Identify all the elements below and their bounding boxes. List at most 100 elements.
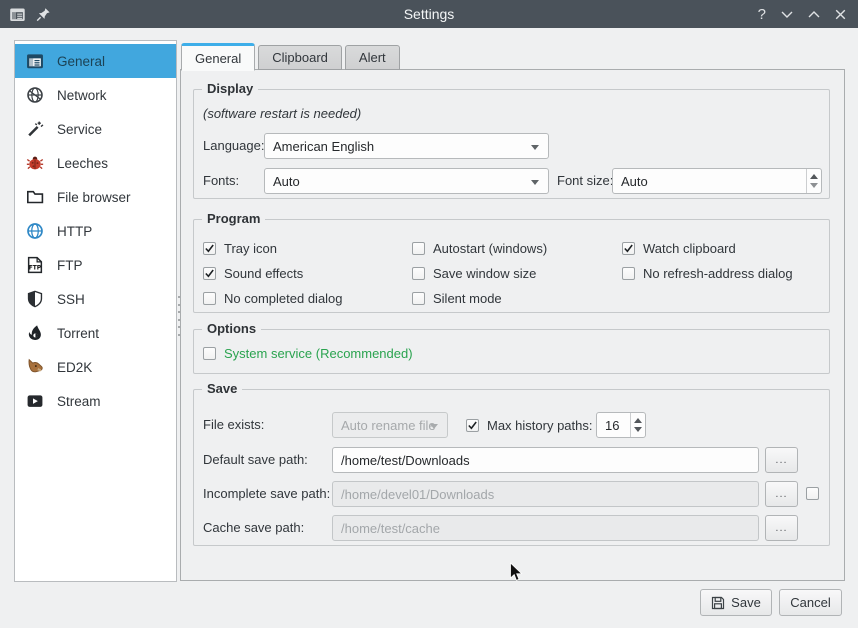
incomplete-save-path-checkbox[interactable] (806, 487, 819, 500)
sidebar-item-label: SSH (57, 292, 85, 307)
no-refresh-address-checkbox[interactable] (622, 267, 635, 280)
help-button[interactable]: ? (758, 7, 766, 22)
sidebar-item-service[interactable]: Service (15, 112, 176, 146)
no-completed-dialog-checkbox[interactable] (203, 292, 216, 305)
http-icon (26, 222, 44, 240)
sidebar-item-label: Torrent (57, 326, 99, 341)
network-icon (26, 86, 44, 104)
font-size-spinner[interactable]: Auto (612, 168, 822, 194)
sidebar-item-torrent[interactable]: Torrent (15, 316, 176, 350)
silent-mode-checkbox[interactable] (412, 292, 425, 305)
file-exists-select: Auto rename file (332, 412, 448, 438)
spin-up-icon (810, 174, 818, 179)
checkbox-label: Sound effects (224, 266, 303, 281)
close-button[interactable] (835, 9, 846, 20)
sidebar-item-label: HTTP (57, 224, 92, 239)
settings-window: Settings ? General Network (0, 0, 858, 628)
fonts-select[interactable]: Auto (264, 168, 549, 194)
minimize-button[interactable] (781, 10, 793, 19)
system-service-checkbox[interactable] (203, 347, 216, 360)
checkbox-row: No refresh-address dialog (622, 263, 793, 283)
incomplete-save-path-browse-button[interactable]: ... (765, 481, 798, 507)
group-title: Program (202, 211, 265, 226)
stream-icon (26, 392, 44, 410)
tab-general[interactable]: General (181, 43, 255, 71)
checkbox-row: No completed dialog (203, 288, 343, 308)
tab-clipboard[interactable]: Clipboard (258, 45, 342, 70)
sidebar: General Network Service Leeches File bro… (14, 40, 177, 582)
sidebar-item-label: ED2K (57, 360, 92, 375)
maximize-button[interactable] (808, 10, 820, 19)
checkbox-label: Watch clipboard (643, 241, 736, 256)
watch-clipboard-checkbox[interactable] (622, 242, 635, 255)
spinner-buttons[interactable] (806, 169, 821, 193)
window-title: Settings (0, 6, 858, 22)
sidebar-item-label: Stream (57, 394, 101, 409)
save-icon (711, 596, 725, 610)
save-group: Save File exists: Auto rename file Max h… (193, 389, 830, 546)
ftp-icon: FTP (26, 256, 44, 274)
cancel-button-label: Cancel (790, 595, 830, 610)
tab-alert[interactable]: Alert (345, 45, 400, 70)
sidebar-item-ftp[interactable]: FTP FTP (15, 248, 176, 282)
display-group: Display (software restart is needed) Lan… (193, 89, 830, 199)
cache-save-path-label: Cache save path: (203, 515, 304, 541)
checkbox-row: Sound effects (203, 263, 303, 283)
titlebar[interactable]: Settings ? (0, 0, 858, 28)
cancel-button[interactable]: Cancel (779, 589, 842, 616)
default-save-path-browse-button[interactable]: ... (765, 447, 798, 473)
spin-down-icon (810, 183, 818, 188)
checkbox-row: System service (Recommended) (203, 343, 413, 363)
sidebar-item-ed2k[interactable]: ED2K (15, 350, 176, 384)
max-history-checkbox[interactable] (466, 419, 479, 432)
path-value: /home/test/cache (341, 521, 440, 536)
max-history-label: Max history paths: (487, 418, 593, 433)
system-service-label: System service (Recommended) (224, 346, 413, 361)
font-size-label: Font size: (557, 168, 613, 194)
chevron-down-icon (531, 145, 539, 150)
spinner-buttons[interactable] (630, 413, 645, 437)
cache-save-path-browse-button[interactable]: ... (765, 515, 798, 541)
incomplete-save-path-label: Incomplete save path: (203, 481, 330, 507)
default-save-path-input[interactable]: /home/test/Downloads (332, 447, 759, 473)
sidebar-item-leeches[interactable]: Leeches (15, 146, 176, 180)
sidebar-item-label: File browser (57, 190, 131, 205)
sidebar-item-network[interactable]: Network (15, 78, 176, 112)
checkbox-label: Tray icon (224, 241, 277, 256)
save-window-size-checkbox[interactable] (412, 267, 425, 280)
sidebar-item-stream[interactable]: Stream (15, 384, 176, 418)
fonts-value: Auto (273, 174, 300, 189)
sidebar-item-label: Network (57, 88, 107, 103)
group-title: Options (202, 321, 261, 336)
tray-icon-checkbox[interactable] (203, 242, 216, 255)
mouse-cursor (509, 562, 523, 583)
tab-bar: General Clipboard Alert (181, 43, 400, 70)
checkbox-row: Watch clipboard (622, 238, 736, 258)
fonts-label: Fonts: (203, 168, 239, 194)
sound-effects-checkbox[interactable] (203, 267, 216, 280)
max-history-spinner[interactable]: 16 (596, 412, 646, 438)
max-history-value: 16 (597, 413, 630, 437)
options-group: Options System service (Recommended) (193, 329, 830, 374)
sidebar-item-label: Service (57, 122, 102, 137)
ed2k-icon (26, 358, 44, 376)
save-button[interactable]: Save (700, 589, 772, 616)
group-title: Save (202, 381, 242, 396)
save-button-label: Save (731, 595, 761, 610)
language-select[interactable]: American English (264, 133, 549, 159)
checkbox-label: Autostart (windows) (433, 241, 547, 256)
sidebar-item-label: Leeches (57, 156, 108, 171)
autostart-checkbox[interactable] (412, 242, 425, 255)
sidebar-item-http[interactable]: HTTP (15, 214, 176, 248)
language-label: Language: (203, 133, 264, 159)
spin-up-icon (634, 418, 642, 423)
sidebar-item-general[interactable]: General (15, 44, 176, 78)
cache-save-path-input: /home/test/cache (332, 515, 759, 541)
torrent-icon (26, 324, 44, 342)
sidebar-item-label: FTP (57, 258, 83, 273)
incomplete-save-path-input: /home/devel01/Downloads (332, 481, 759, 507)
tab-content: Display (software restart is needed) Lan… (180, 69, 845, 581)
sidebar-item-ssh[interactable]: SSH (15, 282, 176, 316)
checkbox-label: Silent mode (433, 291, 502, 306)
sidebar-item-file-browser[interactable]: File browser (15, 180, 176, 214)
